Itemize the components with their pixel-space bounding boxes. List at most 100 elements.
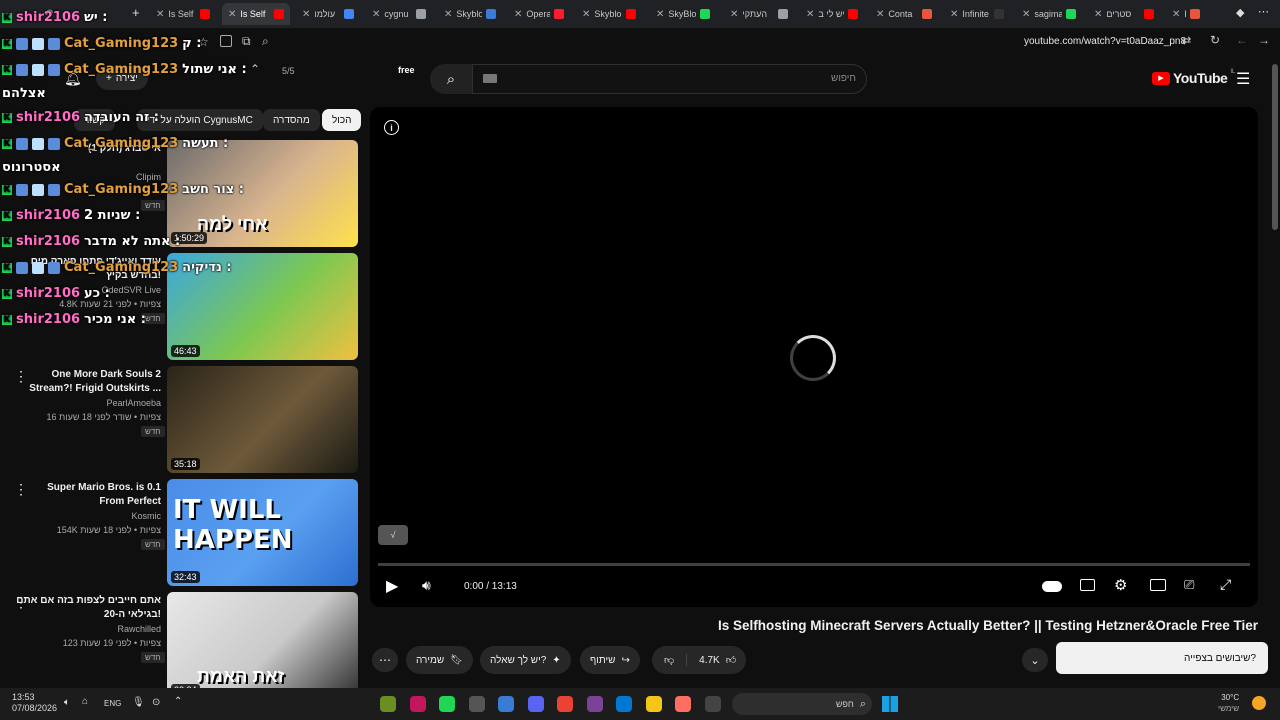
dislike-icon[interactable]: 👎︎ (652, 654, 688, 666)
tab-close-icon[interactable]: ✕ (1022, 9, 1030, 20)
search-input[interactable]: חיפוש (472, 64, 867, 94)
taskbar-app-icon[interactable] (380, 696, 396, 712)
taskbar-search[interactable]: חפש ⌕ (732, 693, 872, 715)
taskbar-app-icon[interactable] (557, 696, 573, 712)
mic-icon[interactable]: 🎙︎ (132, 697, 145, 708)
reader-icon[interactable]: ⧉ (242, 34, 251, 49)
autoplay-toggle[interactable] (1042, 581, 1062, 592)
speaker-icon[interactable]: 🔈︎ (64, 697, 70, 708)
forward-icon[interactable]: ← (1236, 33, 1248, 47)
tab-close-icon[interactable]: ✕ (656, 9, 664, 20)
back-icon[interactable]: ↶ (44, 7, 53, 20)
tab-close-icon[interactable]: ✕ (372, 9, 380, 20)
cast-icon[interactable]: ⎚ (1184, 577, 1194, 593)
clock[interactable]: 13:53 07/08/2026 (12, 692, 57, 714)
tab-close-icon[interactable]: ✕ (1172, 9, 1180, 20)
tab-close-icon[interactable]: ✕ (228, 9, 236, 20)
more-options-icon[interactable]: ⋮ (14, 368, 28, 385)
info-icon[interactable]: i (384, 120, 399, 135)
search-button[interactable]: ⌕ (430, 64, 472, 94)
volume-icon[interactable]: 🔊︎ (422, 577, 431, 594)
video-title-line[interactable]: עודד ואייג'די פתחו פארק מים (1, 255, 161, 269)
video-player[interactable]: i √ ▶ 🔊︎ 0:00 / 13:13 ⚙ ⎚ ⤢ (370, 107, 1258, 607)
language-indicator[interactable]: ENG (104, 699, 121, 708)
tab-close-icon[interactable]: ✕ (582, 9, 590, 20)
page-icon[interactable] (220, 35, 232, 47)
tab-close-icon[interactable]: ✕ (444, 9, 452, 20)
video-thumbnail[interactable]: 35:18 (167, 366, 358, 473)
youtube-logo[interactable]: ▶ YouTube IL (1152, 69, 1235, 86)
browser-tab[interactable]: ✕ SkyBlo (650, 3, 716, 25)
tab-close-icon[interactable]: ✕ (876, 9, 884, 20)
browser-menu-icon[interactable]: ◆ (1236, 6, 1244, 19)
browser-tab[interactable]: ✕ Is Self (222, 3, 290, 25)
browser-tab[interactable]: ✕ Conta (870, 3, 938, 25)
tab-close-icon[interactable]: ✕ (302, 9, 310, 20)
create-button[interactable]: + יצירה (96, 66, 148, 90)
taskbar-app-icon[interactable] (498, 696, 514, 712)
expand-chevron-icon[interactable]: ⌄ (1022, 648, 1048, 672)
channel-name[interactable]: Rawchilled (117, 624, 161, 634)
filter-chip[interactable]: קשור (74, 109, 116, 131)
more-actions-icon[interactable]: ⋯ (372, 648, 398, 672)
channel-watermark-icon[interactable]: √ (378, 525, 408, 545)
windows-start-icon[interactable] (882, 696, 898, 712)
video-thumbnail[interactable]: 46:43 (167, 253, 358, 360)
taskbar-app-icon[interactable] (586, 696, 603, 712)
progress-bar[interactable] (378, 563, 1250, 566)
browser-tab[interactable]: ✕ cygnu (366, 3, 432, 25)
browser-tab[interactable]: ✕ Is Self (150, 3, 216, 25)
taskbar-app-icon[interactable] (439, 696, 455, 712)
taskbar-app-icon[interactable] (468, 696, 485, 712)
play-icon[interactable]: ▶ (386, 576, 398, 596)
tab-close-icon[interactable]: ✕ (1094, 9, 1102, 20)
miniplayer-icon[interactable] (1150, 579, 1166, 591)
like-count[interactable]: 4.7K (693, 655, 720, 666)
taskbar-app-icon[interactable] (704, 696, 721, 712)
taskbar-app-icon[interactable] (616, 696, 632, 712)
filter-chip[interactable]: הועלה על ידי CygnusMC (137, 109, 263, 131)
browser-tab[interactable]: ✕ sagima (1016, 3, 1082, 25)
tray-chevron-icon[interactable]: ⌃ (174, 696, 182, 707)
location-icon[interactable]: ⊙ (152, 697, 160, 708)
filter-chip[interactable]: מהסדרה (263, 109, 320, 131)
notifications-icon[interactable]: 🔔︎ (64, 70, 82, 87)
browser-tab[interactable]: ✕ Skyblo (438, 3, 502, 25)
taskbar-app-icon[interactable] (645, 696, 662, 712)
browser-tab[interactable]: ✕ Opera (508, 3, 570, 25)
tab-close-icon[interactable]: ✕ (806, 9, 814, 20)
star-icon[interactable]: ☆ (198, 35, 209, 49)
ask-button[interactable]: יש לך שאלה? ✦ (480, 646, 571, 674)
video-title-line[interactable]: בחדש בקיץ! (1, 269, 161, 283)
browser-tab[interactable]: ✕ העתקי (724, 3, 794, 25)
browser-tab[interactable]: ✕ Re (1166, 3, 1206, 25)
network-icon[interactable]: ⌂ (82, 696, 88, 707)
weather-widget[interactable]: 30°C שימשי (1218, 692, 1239, 714)
browser-tab[interactable]: ✕ סטרים (1088, 3, 1160, 25)
zoom-icon[interactable]: ⌕ (262, 34, 269, 49)
more-options-icon[interactable]: ⋮ (14, 594, 28, 611)
channel-name[interactable]: Kosmic (131, 511, 161, 521)
page-scrollbar[interactable] (1272, 64, 1278, 230)
channel-name[interactable]: PearlAmoeba (106, 398, 161, 408)
fullscreen-icon[interactable]: ⤢ (1220, 576, 1231, 593)
browser-tab[interactable]: ✕ עולמו (296, 3, 360, 25)
reload-icon[interactable]: ↻ (1210, 33, 1220, 47)
new-tab-icon[interactable]: + (132, 5, 140, 20)
tab-close-icon[interactable]: ✕ (950, 9, 958, 20)
translate-icon[interactable]: ⇄ (1182, 34, 1191, 47)
like-icon[interactable]: 👍︎ (726, 654, 746, 666)
subtitles-icon[interactable] (1080, 579, 1095, 591)
hamburger-menu-icon[interactable]: ☰ (1236, 69, 1250, 89)
feedback-toast[interactable]: שיבושים בצפייה? (1056, 642, 1268, 674)
keyboard-icon[interactable] (483, 74, 497, 83)
taskbar-app-icon[interactable] (527, 696, 544, 712)
browser-tab[interactable]: ✕ יש לי ב (800, 3, 864, 25)
tab-close-icon[interactable]: ✕ (730, 9, 738, 20)
browser-settings-icon[interactable]: ⋯ (1258, 5, 1269, 18)
url-text[interactable]: youtube.com/watch?v=t0aDaaz_pn8 (1024, 36, 1186, 47)
video-thumbnail[interactable]: זאת האמת32:34 (167, 592, 358, 699)
settings-gear-icon[interactable]: ⚙ (1114, 576, 1127, 594)
back-nav-icon[interactable]: → (1258, 33, 1270, 47)
filter-chip[interactable]: הכול (322, 109, 362, 131)
